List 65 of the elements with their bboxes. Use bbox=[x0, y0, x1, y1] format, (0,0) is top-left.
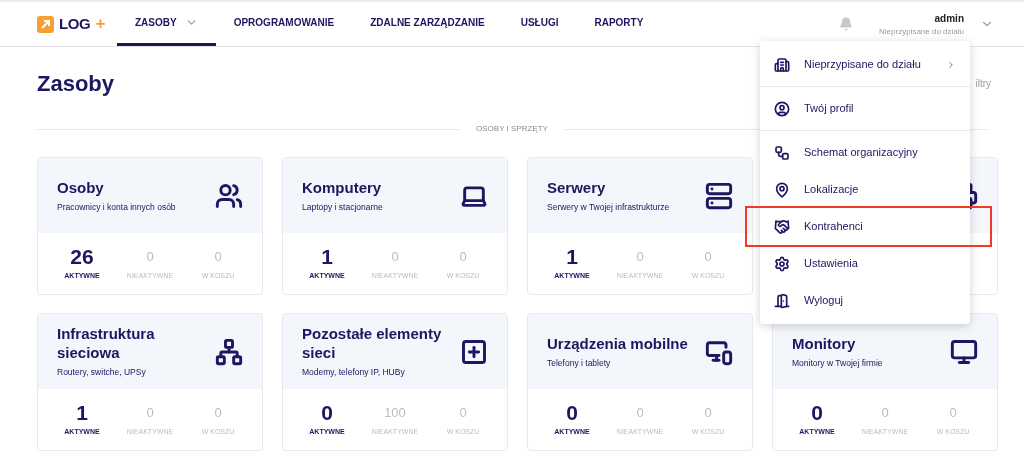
card-title: Osoby bbox=[57, 177, 105, 197]
user-department: Nieprzypisane do działu bbox=[879, 25, 964, 38]
section-label: OSOBY I SPRZĘTY bbox=[476, 123, 548, 135]
stat-value: 100 bbox=[384, 404, 406, 423]
stat-value: 0 bbox=[459, 248, 467, 267]
stat-value: 0 bbox=[949, 404, 957, 423]
stat-value: 1 bbox=[566, 245, 578, 270]
org-chart-icon bbox=[774, 144, 790, 161]
stat-value: 0 bbox=[636, 248, 644, 267]
logo[interactable]: LOG + bbox=[37, 11, 117, 37]
user-icon bbox=[774, 100, 790, 117]
bell-icon[interactable] bbox=[839, 17, 854, 31]
settings-icon bbox=[774, 255, 790, 272]
page-title: Zasoby bbox=[37, 69, 115, 98]
card-title: Komputery bbox=[302, 177, 383, 197]
stat-value: 1 bbox=[321, 245, 333, 270]
card-title: Serwery bbox=[547, 177, 607, 197]
monitor-icon bbox=[950, 337, 978, 366]
stat-value: 26 bbox=[70, 245, 94, 270]
menu-item[interactable]: Schemat organizacyjny bbox=[760, 134, 970, 171]
card-title: Urządzenia mobilne bbox=[547, 333, 689, 353]
network-icon bbox=[215, 337, 243, 366]
menu-item[interactable]: Ustawienia bbox=[760, 245, 970, 282]
nav-tab[interactable]: ZASOBY bbox=[117, 2, 216, 46]
card-subtitle: Serwery w Twojej infrastrukturze bbox=[547, 200, 671, 214]
stat-value: 0 bbox=[214, 404, 222, 423]
stat-value: 0 bbox=[391, 248, 399, 267]
stat-value: 0 bbox=[704, 404, 712, 423]
card-subtitle: Pracownicy i konta innych osób bbox=[57, 200, 177, 214]
stat-value: 0 bbox=[459, 404, 467, 423]
nav-tab[interactable]: RAPORTY bbox=[576, 2, 662, 46]
stat-value: 0 bbox=[146, 404, 154, 423]
server-icon bbox=[705, 181, 733, 210]
stat-value: 0 bbox=[146, 248, 154, 267]
handshake-icon bbox=[774, 218, 790, 235]
menu-item[interactable]: Lokalizacje bbox=[760, 171, 970, 208]
menu-item[interactable]: Nieprzypisane do działu bbox=[760, 46, 970, 83]
stat-value: 0 bbox=[321, 401, 333, 426]
nav-tab[interactable]: OPROGRAMOWANIE bbox=[215, 2, 353, 46]
card-subtitle: Routery, switche, UPSy bbox=[57, 366, 147, 379]
user-name: admin bbox=[934, 11, 964, 26]
stat-value: 0 bbox=[636, 404, 644, 423]
card-subtitle: Modemy, telefony IP, HUBy bbox=[302, 366, 406, 379]
nav-tab[interactable]: ZDALNE ZARZĄDZANIE bbox=[352, 2, 503, 46]
stat-value: 0 bbox=[704, 248, 712, 267]
card-title: Pozostałe elementy sieci bbox=[302, 324, 443, 363]
location-pin-icon bbox=[774, 181, 790, 198]
plus-square-icon bbox=[460, 337, 488, 366]
stat-value: 0 bbox=[214, 248, 222, 267]
door-icon bbox=[774, 292, 790, 309]
stat-value: 1 bbox=[76, 401, 88, 426]
logo-text: LOG bbox=[59, 13, 91, 34]
menu-item[interactable]: Twój profil bbox=[760, 90, 970, 127]
stat-value: 0 bbox=[881, 404, 889, 423]
card-title: Monitory bbox=[792, 333, 857, 353]
card-title: Infrastruktura sieciowa bbox=[57, 324, 156, 363]
stat-value: 0 bbox=[811, 401, 823, 426]
nav-tab[interactable]: USŁUGI bbox=[502, 2, 577, 46]
building-icon bbox=[774, 56, 790, 73]
card-subtitle: Monitory w Twojej firmie bbox=[792, 356, 884, 370]
card-subtitle: Telefony i tablety bbox=[547, 356, 612, 370]
people-icon bbox=[215, 181, 243, 210]
logo-plus: + bbox=[95, 13, 106, 36]
card-subtitle: Laptopy i stacjonarne bbox=[302, 200, 384, 214]
stat-value: 0 bbox=[566, 401, 578, 426]
